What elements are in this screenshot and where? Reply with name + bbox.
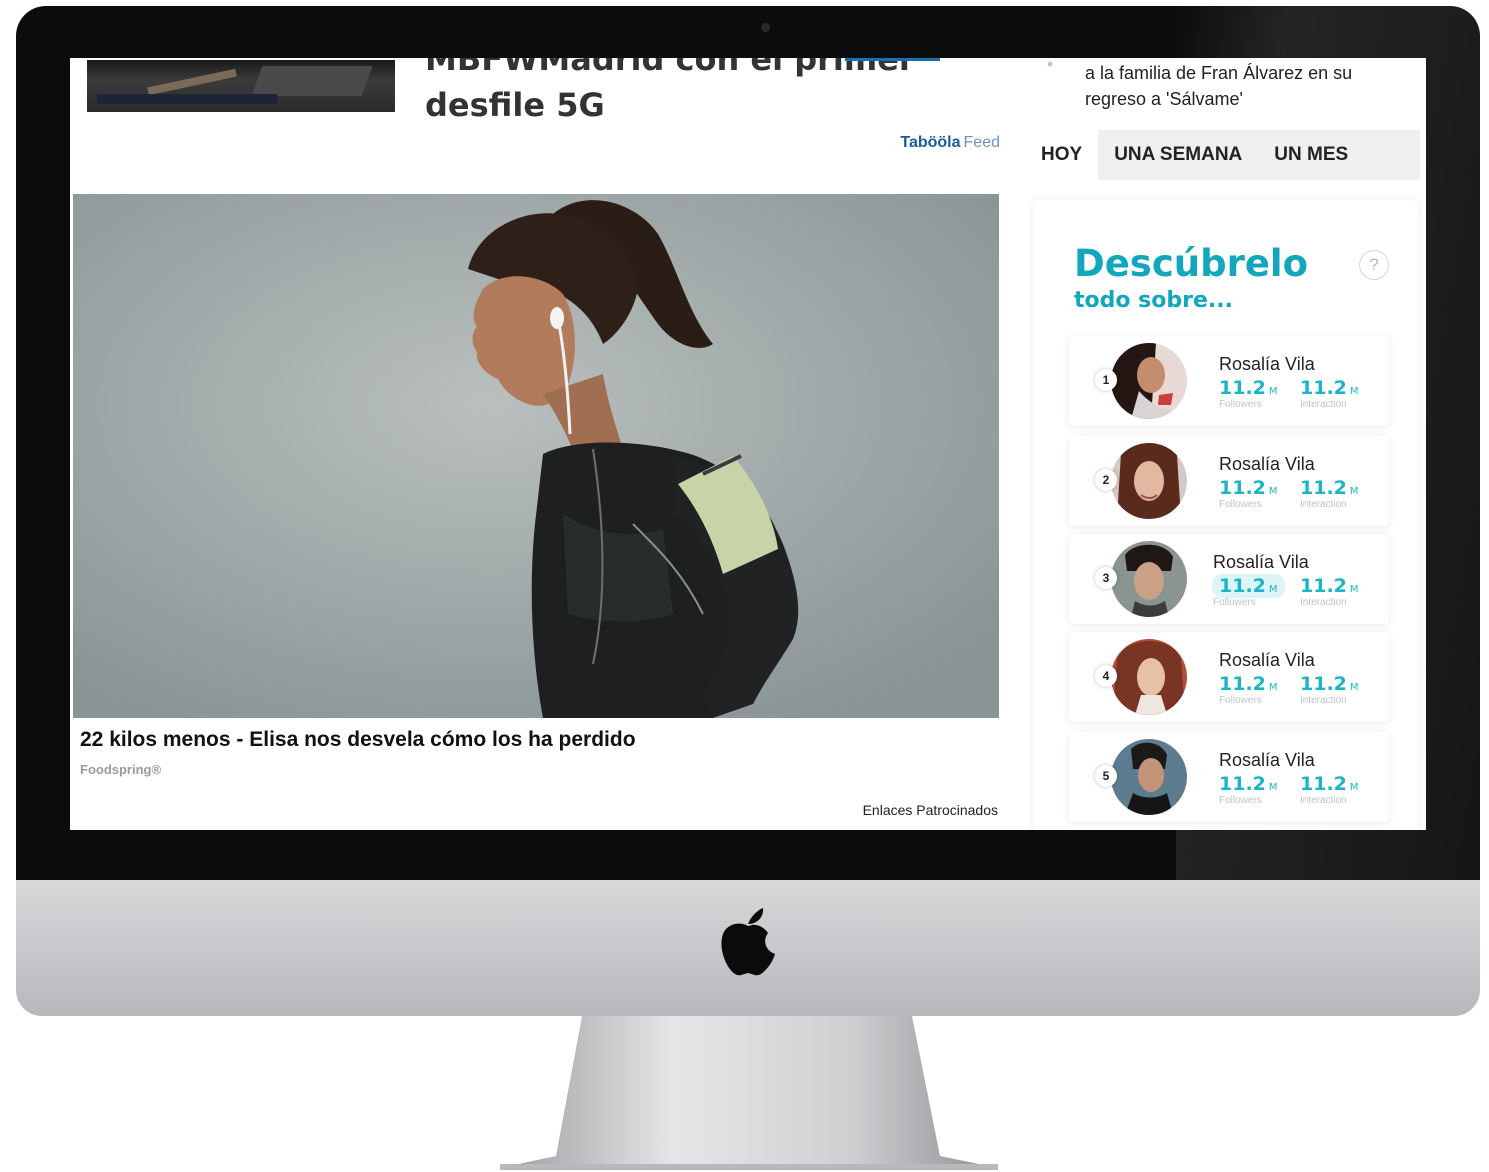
sponsored-article-title[interactable]: 22 kilos menos - Elisa nos desvela cómo … bbox=[80, 728, 636, 752]
influencer-name: Rosalía Vila bbox=[1219, 650, 1315, 670]
rank-number: 5 bbox=[1095, 765, 1117, 787]
headline-line-2: desfile 5G bbox=[425, 86, 605, 124]
sponsored-article-source[interactable]: Foodspring® bbox=[80, 762, 161, 777]
main-column: MBFWMadrid con el primer desfile 5G Tabö… bbox=[70, 58, 1010, 830]
ranking-item[interactable]: 3 Rosalía Vila 11.2 M Followers 11.2 M Int… bbox=[1069, 534, 1389, 624]
tab-una-semana[interactable]: UNA SEMANA bbox=[1098, 130, 1258, 180]
rank-number: 3 bbox=[1095, 567, 1117, 589]
sponsored-links-label[interactable]: Enlaces Patrocinados bbox=[863, 802, 998, 818]
followers-label: Followers bbox=[1213, 597, 1256, 608]
sidebar: • a la familia de Fran Álvarez en su reg… bbox=[1025, 58, 1426, 830]
camera-icon bbox=[761, 23, 770, 32]
taboola-brand: Tabööla bbox=[900, 134, 961, 151]
discover-subtitle: todo sobre... bbox=[1074, 288, 1233, 313]
influencer-name: Rosalía Vila bbox=[1219, 354, 1315, 374]
followers-label: Followers bbox=[1219, 499, 1262, 510]
sidebar-news-snippet[interactable]: a la familia de Fran Álvarez en su regre… bbox=[1085, 60, 1405, 112]
interaction-value: 11.2 M bbox=[1300, 575, 1359, 597]
ranking-item[interactable]: 4 Rosalía Vila 11.2 M Followers 11.2 M Int… bbox=[1069, 632, 1389, 722]
imac-stand bbox=[500, 1016, 998, 1170]
followers-label: Followers bbox=[1219, 399, 1262, 410]
apple-logo-icon bbox=[721, 908, 775, 976]
followers-label: Followers bbox=[1219, 695, 1262, 706]
interaction-label: Interaction bbox=[1300, 499, 1347, 510]
list-bullet-icon: • bbox=[1047, 58, 1054, 74]
discover-card: Descúbrelo todo sobre... ? 1 Rosalía Vil… bbox=[1033, 200, 1418, 830]
avatar bbox=[1111, 739, 1187, 815]
tab-un-mes[interactable]: UN MES bbox=[1258, 130, 1364, 180]
article-thumbnail[interactable] bbox=[87, 60, 395, 112]
interaction-label: Interaction bbox=[1300, 399, 1347, 410]
question-mark-icon[interactable]: ? bbox=[1359, 250, 1389, 280]
rank-number: 1 bbox=[1095, 369, 1117, 391]
tab-hoy[interactable]: HOY bbox=[1025, 130, 1099, 180]
ranking-item[interactable]: 1 Rosalía Vila 11.2 M Followers 11.2 M Int… bbox=[1069, 336, 1389, 426]
headline-line-1: MBFWMadrid con el primer bbox=[425, 58, 915, 78]
followers-value: 11.2 M bbox=[1219, 773, 1278, 795]
ranking-item[interactable]: 5 Rosalía Vila 11.2 M Followers 11.2 M Int… bbox=[1069, 732, 1389, 822]
browser-screen: MBFWMadrid con el primer desfile 5G Tabö… bbox=[70, 58, 1426, 830]
interaction-label: Interaction bbox=[1300, 695, 1347, 706]
taboola-feed-logo[interactable]: Tabööla Feed bbox=[900, 134, 1000, 152]
followers-label: Followers bbox=[1219, 795, 1262, 806]
taboola-feed-label: Feed bbox=[963, 134, 1000, 151]
avatar bbox=[1111, 639, 1187, 715]
rank-number: 2 bbox=[1095, 469, 1117, 491]
avatar bbox=[1111, 343, 1187, 419]
interaction-value: 11.2 M bbox=[1300, 673, 1359, 695]
avatar bbox=[1111, 541, 1187, 617]
discover-title: Descúbrelo bbox=[1074, 242, 1309, 285]
headline-accent-bar bbox=[845, 58, 940, 61]
interaction-label: Interaction bbox=[1300, 597, 1347, 608]
influencer-name: Rosalía Vila bbox=[1219, 454, 1315, 474]
period-tabs: HOY UNA SEMANA UN MES bbox=[1025, 130, 1420, 180]
followers-value: 11.2 M bbox=[1219, 477, 1278, 499]
followers-value: 11.2 M bbox=[1219, 377, 1278, 399]
interaction-label: Interaction bbox=[1300, 795, 1347, 806]
interaction-value: 11.2 M bbox=[1300, 773, 1359, 795]
avatar bbox=[1111, 443, 1187, 519]
rank-number: 4 bbox=[1095, 665, 1117, 687]
followers-value: 11.2 M bbox=[1219, 673, 1278, 695]
influencer-name: Rosalía Vila bbox=[1219, 750, 1315, 770]
sponsored-hero-image[interactable] bbox=[73, 194, 999, 718]
followers-value: 11.2 M bbox=[1212, 574, 1285, 598]
ranking-item[interactable]: 2 Rosalía Vila 11.2 M Followers 11.2 M Int… bbox=[1069, 436, 1389, 526]
interaction-value: 11.2 M bbox=[1300, 477, 1359, 499]
interaction-value: 11.2 M bbox=[1300, 377, 1359, 399]
article-headline[interactable]: MBFWMadrid con el primer desfile 5G bbox=[425, 58, 985, 128]
influencer-name: Rosalía Vila bbox=[1213, 552, 1309, 572]
